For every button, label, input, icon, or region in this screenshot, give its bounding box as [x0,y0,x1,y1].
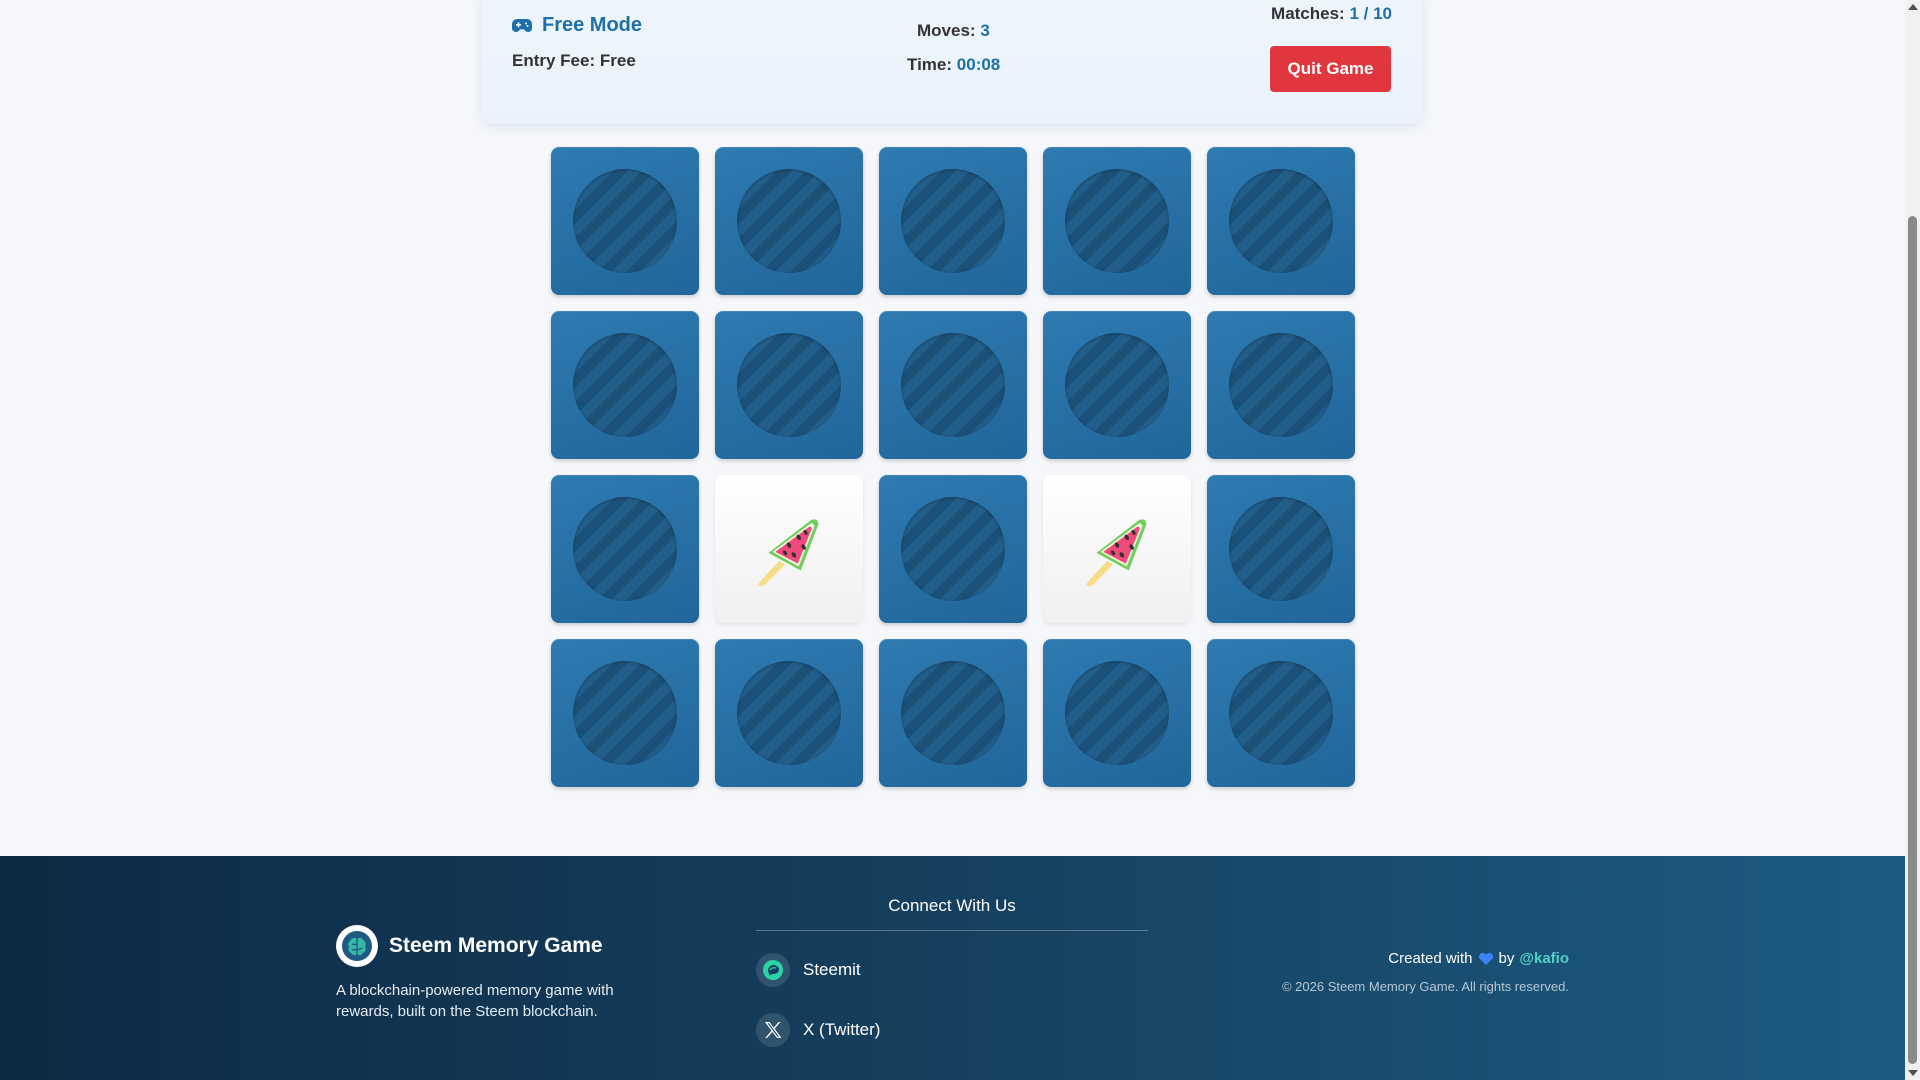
card-back-pattern [737,661,841,765]
card-back-pattern [901,169,1005,273]
entry-fee: Entry Fee: Free [512,51,636,71]
matches-value: 1 / 10 [1349,4,1392,23]
card-back-pattern [901,333,1005,437]
card-hidden[interactable] [715,147,863,295]
card-back-pattern [1229,661,1333,765]
credit-by: by [1498,950,1515,967]
card-back-pattern [901,661,1005,765]
card-hidden[interactable] [1207,639,1355,787]
card-back-pattern [573,169,677,273]
moves-label: Moves: [917,21,976,40]
card-hidden[interactable] [551,475,699,623]
card-hidden[interactable] [715,311,863,459]
card-back-pattern [1229,169,1333,273]
card-hidden[interactable] [879,639,1027,787]
brain-logo-icon [336,925,378,967]
matches-counter: Matches: 1 / 10 [1271,4,1392,24]
card-back-pattern [1229,333,1333,437]
card-hidden[interactable] [551,639,699,787]
card-back-pattern [1065,169,1169,273]
watermelon-icon [1086,519,1147,587]
gamepad-icon [512,18,532,32]
card-hidden[interactable] [551,147,699,295]
scroll-up-arrow-icon[interactable] [1908,4,1918,10]
mode-title: Free Mode [512,14,642,37]
game-status-panel: Free Mode Entry Fee: Free Moves: 3 Time:… [482,0,1422,124]
brand-name: Steem Memory Game [389,934,603,957]
card-hidden[interactable] [715,639,863,787]
card-revealed[interactable] [1043,475,1191,623]
card-hidden[interactable] [1043,311,1191,459]
card-back-pattern [1065,661,1169,765]
x-twitter-icon [756,1013,790,1047]
vertical-scrollbar[interactable] [1905,0,1920,1080]
card-back-pattern [737,333,841,437]
card-back-pattern [1065,333,1169,437]
brand-description: A blockchain-powered memory game with re… [336,982,614,1020]
footer: Steem Memory Game A blockchain-powered m… [0,856,1905,1080]
card-back-pattern [1229,497,1333,601]
card-hidden[interactable] [879,147,1027,295]
card-back-pattern [573,497,677,601]
entry-fee-value: Free [599,51,636,70]
x-twitter-link[interactable]: X (Twitter) [756,1013,880,1047]
card-back-pattern [901,497,1005,601]
card-back-pattern [573,333,677,437]
heart-icon [1478,952,1493,965]
credit-prefix: Created with [1388,950,1473,967]
footer-brand: Steem Memory Game [336,925,603,967]
time-label: Time: [907,55,953,74]
steemit-label: Steemit [803,960,861,979]
moves-counter: Moves: 3 [917,21,990,41]
card-hidden[interactable] [1207,147,1355,295]
card-hidden[interactable] [879,311,1027,459]
quit-game-button[interactable]: Quit Game [1270,46,1391,92]
timer: Time: 00:08 [907,55,1000,75]
watermelon-icon [758,519,819,587]
card-board [551,147,1355,787]
card-hidden[interactable] [1207,311,1355,459]
mode-title-text: Free Mode [542,14,643,36]
connect-divider [756,930,1148,931]
entry-fee-label: Entry Fee: [512,51,596,70]
time-value: 00:08 [956,55,1001,74]
page: Free Mode Entry Fee: Free Moves: 3 Time:… [0,0,1905,1080]
moves-value: 3 [980,21,990,40]
author-link[interactable]: @kafio [1519,950,1569,967]
card-hidden[interactable] [551,311,699,459]
connect-title: Connect With Us [888,896,1016,915]
card-back-pattern [573,661,677,765]
copyright: © 2026 Steem Memory Game. All rights res… [1281,979,1569,994]
steemit-icon [756,953,790,987]
card-hidden[interactable] [1207,475,1355,623]
card-hidden[interactable] [879,475,1027,623]
card-hidden[interactable] [1043,639,1191,787]
card-hidden[interactable] [1043,147,1191,295]
matches-label: Matches: [1271,4,1345,23]
scroll-down-arrow-icon[interactable] [1908,1070,1918,1076]
steemit-link[interactable]: Steemit [756,953,861,987]
scroll-thumb[interactable] [1908,216,1917,1064]
card-revealed[interactable] [715,475,863,623]
x-twitter-label: X (Twitter) [803,1020,881,1039]
credit-line: Created with by @kafio [1388,950,1569,967]
card-back-pattern [737,169,841,273]
